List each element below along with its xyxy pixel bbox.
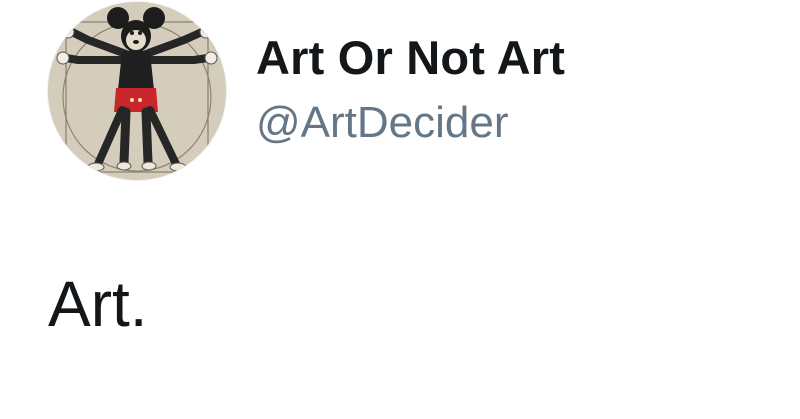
tweet-card: Art Or Not Art @ArtDecider Art. [0,0,800,419]
profile-avatar[interactable] [48,2,226,180]
tweet-text: Art. [48,268,148,340]
vitruvian-mickey-avatar-icon [48,2,226,180]
display-name[interactable]: Art Or Not Art [256,30,565,86]
user-handle[interactable]: @ArtDecider [256,96,509,150]
